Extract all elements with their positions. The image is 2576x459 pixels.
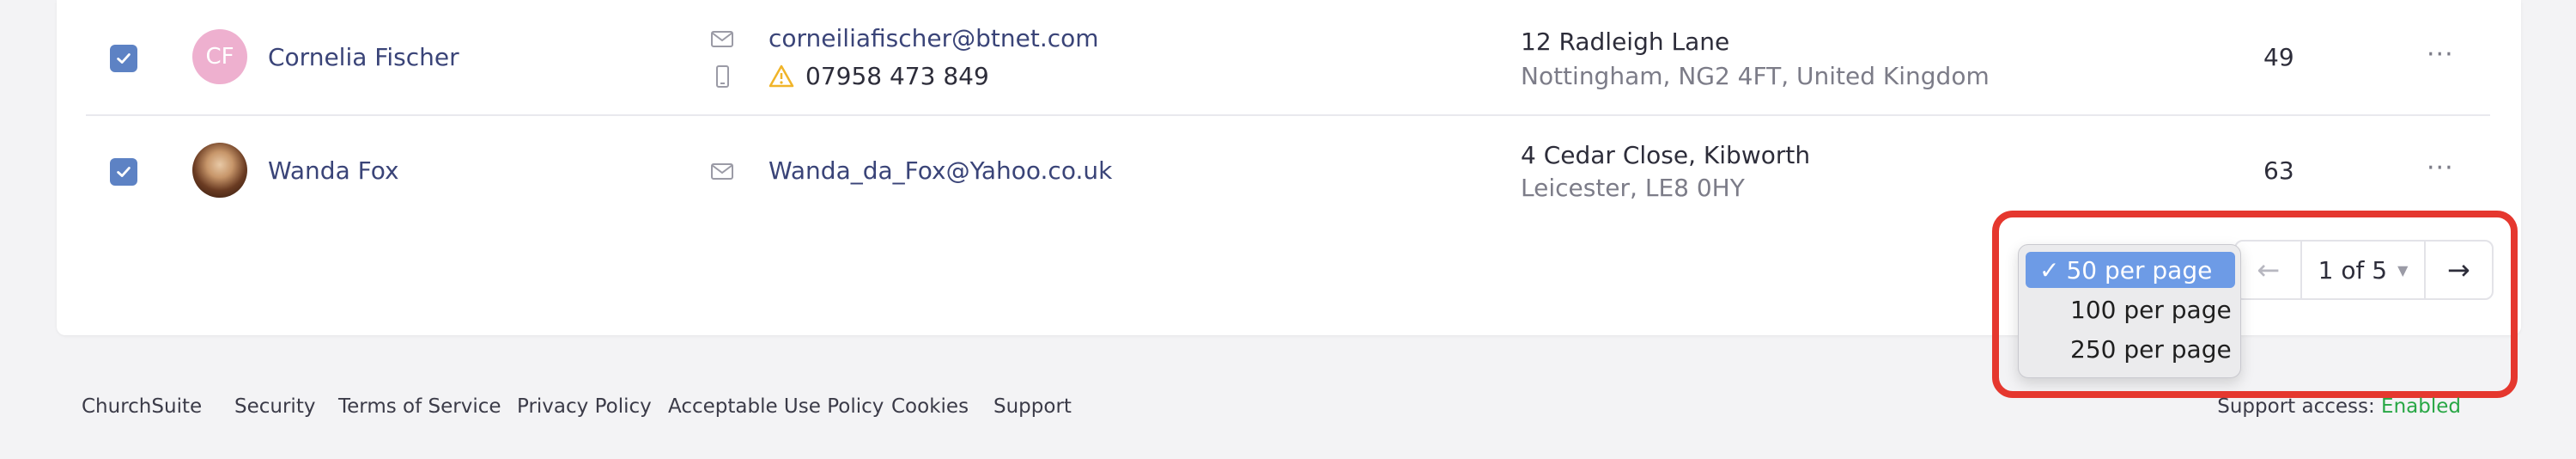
row-actions-menu[interactable]: ···	[2427, 153, 2454, 183]
enabled-label: Enabled	[2381, 395, 2461, 418]
footer-link-privacy[interactable]: Privacy Policy	[517, 395, 652, 418]
address-line-2: Leicester, LE8 0HY	[1521, 174, 1745, 202]
footer-link-churchsuite[interactable]: ChurchSuite	[82, 395, 202, 418]
footer-link-acceptable-use[interactable]: Acceptable Use Policy	[668, 395, 884, 418]
footer-link-support[interactable]: Support	[993, 395, 1072, 418]
warning-icon	[769, 64, 794, 88]
person-age: 49	[2263, 43, 2294, 71]
mobile-phone-icon	[716, 65, 729, 88]
avatar: CF	[192, 29, 247, 84]
address-line-2: Nottingham, NG2 4FT, United Kingdom	[1521, 62, 1990, 90]
row-checkbox[interactable]	[110, 45, 137, 72]
address-line-1: 4 Cedar Close, Kibworth	[1521, 141, 1811, 169]
row-checkbox[interactable]	[110, 158, 137, 186]
footer: ChurchSuite Security Terms of Service Pr…	[0, 395, 2576, 421]
person-name[interactable]: Cornelia Fischer	[268, 43, 459, 71]
person-phone[interactable]: 07958 473 849	[805, 62, 989, 90]
footer-link-terms[interactable]: Terms of Service	[338, 395, 501, 418]
row-actions-menu[interactable]: ···	[2427, 40, 2454, 70]
footer-link-security[interactable]: Security	[234, 395, 315, 418]
annotation-highlight	[1992, 211, 2518, 398]
person-name[interactable]: Wanda Fox	[268, 156, 399, 185]
address-line-1: 12 Radleigh Lane	[1521, 28, 1730, 56]
person-email[interactable]: Wanda_da_Fox@Yahoo.co.uk	[769, 156, 1112, 185]
support-access-status: Support access: Enabled	[2217, 395, 2461, 418]
avatar-initials: CF	[205, 44, 234, 70]
person-email[interactable]: corneiliafischer@btnet.com	[769, 24, 1099, 52]
row-divider	[86, 114, 2490, 116]
person-age: 63	[2263, 156, 2294, 185]
email-icon	[711, 163, 733, 180]
avatar-photo	[192, 143, 247, 198]
footer-link-cookies[interactable]: Cookies	[891, 395, 969, 418]
email-icon	[711, 31, 733, 47]
